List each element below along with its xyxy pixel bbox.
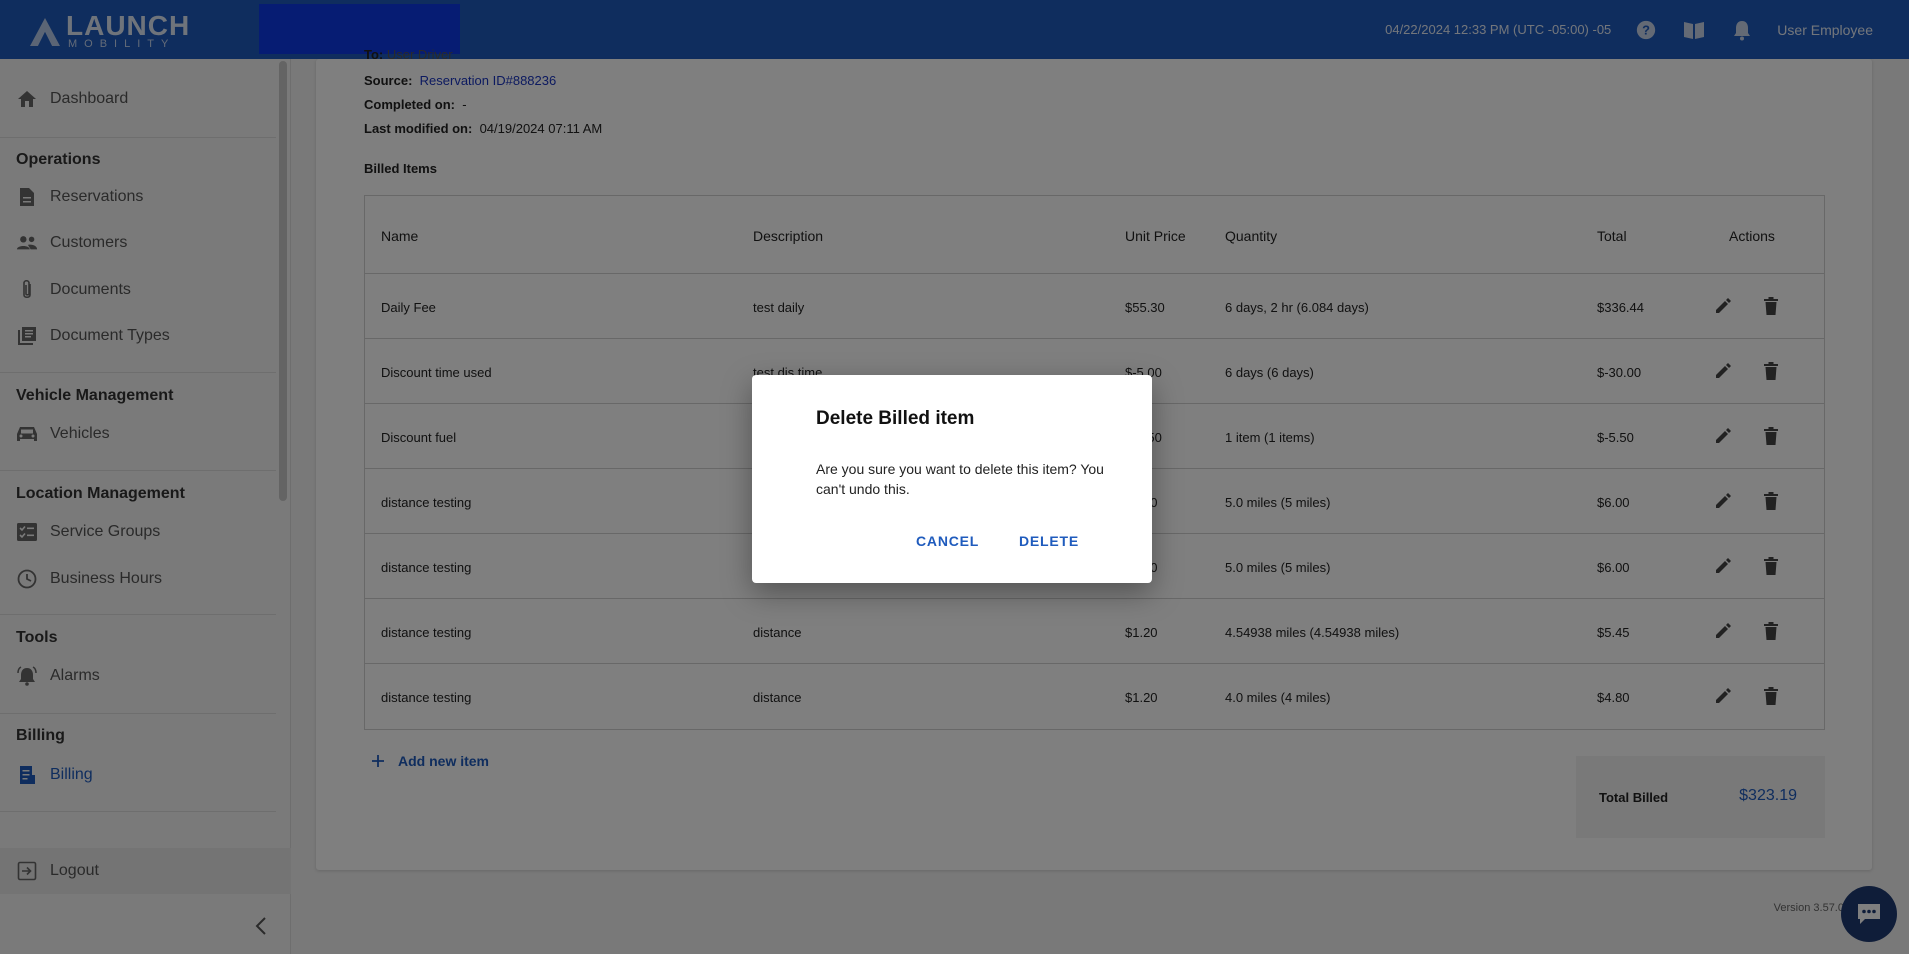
dialog-title: Delete Billed item: [816, 408, 975, 429]
cancel-button[interactable]: CANCEL: [916, 533, 979, 549]
delete-billed-item-dialog: Delete Billed item Are you sure you want…: [752, 375, 1152, 583]
delete-button[interactable]: DELETE: [1019, 533, 1079, 549]
dialog-message: Are you sure you want to delete this ite…: [816, 461, 1104, 497]
